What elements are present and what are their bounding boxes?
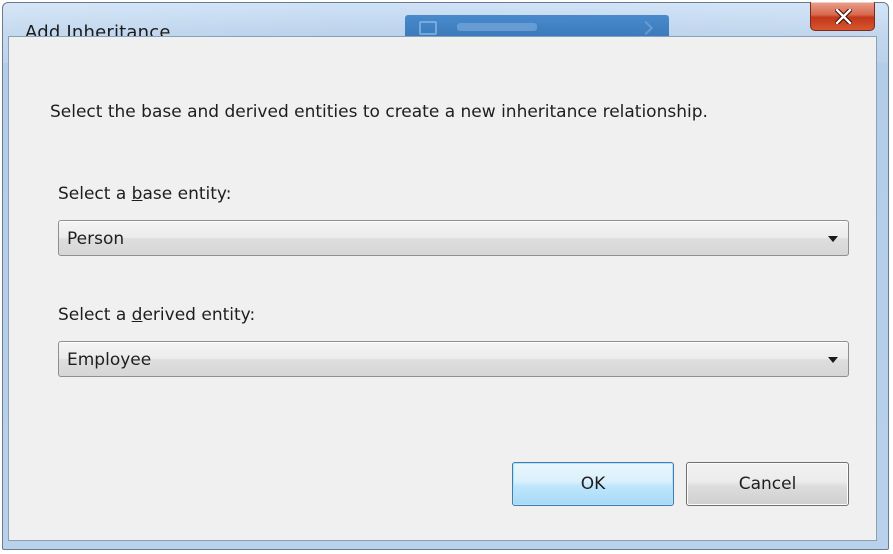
background-chevron-icon (638, 20, 654, 36)
title-bar[interactable]: Add Inheritance (3, 2, 888, 43)
chevron-down-icon (828, 357, 838, 363)
base-entity-accelerator: b (131, 184, 143, 204)
derived-entity-dropdown[interactable]: Employee (58, 341, 849, 377)
background-entity-label (457, 23, 537, 31)
background-entity-icon (419, 21, 437, 35)
derived-entity-value: Employee (67, 350, 152, 370)
base-entity-value: Person (67, 229, 125, 249)
derived-entity-accelerator: d (131, 305, 143, 325)
cancel-button[interactable]: Cancel (686, 462, 849, 506)
chevron-down-icon (828, 236, 838, 242)
close-icon (835, 9, 852, 24)
ok-button[interactable]: OK (512, 462, 674, 506)
derived-entity-label: Select a derived entity: (58, 305, 256, 325)
base-entity-label: Select a base entity: (58, 184, 232, 204)
close-button[interactable] (810, 2, 875, 31)
base-entity-dropdown[interactable]: Person (58, 220, 849, 256)
dialog-description: Select the base and derived entities to … (50, 102, 708, 122)
